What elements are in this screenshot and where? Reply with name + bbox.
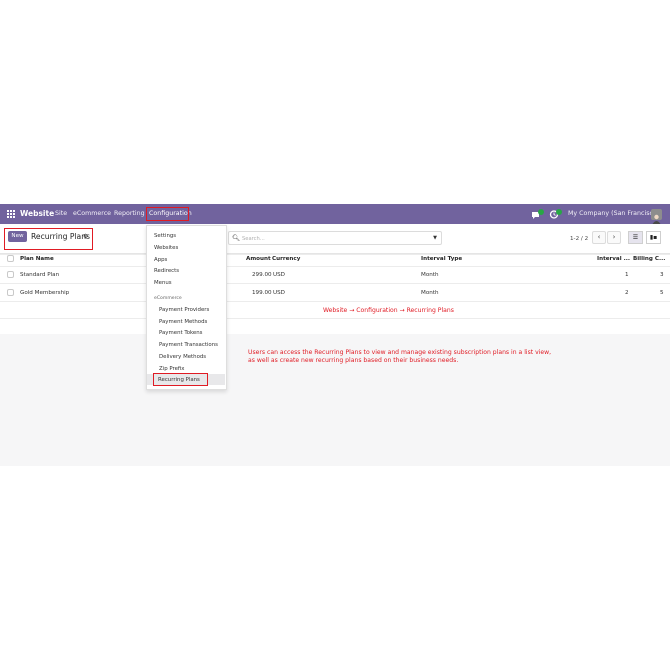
menu-item-payment-transactions[interactable]: Payment Transactions bbox=[159, 341, 218, 349]
configuration-dropdown: Settings Websites Apps Redirects Menus e… bbox=[146, 225, 227, 390]
list-view-button[interactable]: ☰ bbox=[628, 231, 643, 244]
row-divider bbox=[0, 266, 670, 267]
col-billing[interactable]: Billing C... bbox=[633, 255, 665, 263]
company-switcher[interactable]: My Company (San Francisco) bbox=[568, 204, 659, 224]
search-dropdown-icon[interactable]: ▼ bbox=[433, 234, 437, 243]
cell-interval-type: Month bbox=[421, 290, 439, 296]
highlight-configuration bbox=[146, 207, 189, 221]
select-all-checkbox[interactable] bbox=[7, 255, 14, 262]
menu-item-payment-methods[interactable]: Payment Methods bbox=[159, 318, 207, 326]
cell-plan-name: Gold Membership bbox=[20, 290, 70, 296]
col-currency[interactable]: Currency bbox=[272, 255, 300, 263]
menu-section-ecommerce: eCommerce bbox=[154, 296, 182, 301]
pager-value[interactable]: 1-2 / 2 bbox=[570, 234, 588, 244]
row-checkbox[interactable] bbox=[7, 271, 14, 278]
kanban-view-button[interactable]: ▮▪ bbox=[646, 231, 661, 244]
row-checkbox[interactable] bbox=[7, 289, 14, 296]
cell-billing: 3 bbox=[660, 272, 664, 278]
cell-currency: USD bbox=[273, 272, 285, 278]
menu-ecommerce[interactable]: eCommerce bbox=[73, 204, 111, 224]
col-interval[interactable]: Interval ... bbox=[597, 255, 630, 263]
menu-site[interactable]: Site bbox=[55, 204, 67, 224]
menu-item-redirects[interactable]: Redirects bbox=[154, 267, 179, 275]
menu-item-payment-providers[interactable]: Payment Providers bbox=[159, 306, 209, 314]
cell-amount: 299.00 bbox=[252, 272, 272, 278]
row-divider bbox=[0, 283, 670, 284]
menu-item-menus[interactable]: Menus bbox=[154, 279, 172, 287]
highlight-new-breadcrumb bbox=[4, 228, 93, 250]
cell-currency: USD bbox=[273, 290, 285, 296]
annotation-desc-line1: Users can access the Recurring Plans to … bbox=[248, 349, 552, 356]
cell-interval-type: Month bbox=[421, 272, 439, 278]
col-amount[interactable]: Amount bbox=[246, 255, 271, 263]
cell-plan-name: Standard Plan bbox=[20, 272, 60, 278]
activity-badge bbox=[556, 209, 562, 215]
row-divider bbox=[0, 318, 670, 319]
odoo-app: Website Site eCommerce Reporting Configu… bbox=[0, 204, 670, 466]
chat-badge bbox=[538, 209, 544, 215]
cell-interval: 1 bbox=[625, 272, 629, 278]
row-divider bbox=[0, 301, 670, 302]
menu-item-payment-tokens[interactable]: Payment Tokens bbox=[159, 329, 202, 337]
annotation-desc-line2: as well as create new recurring plans ba… bbox=[248, 357, 459, 364]
user-avatar[interactable] bbox=[651, 209, 662, 224]
menu-item-apps[interactable]: Apps bbox=[154, 256, 167, 264]
highlight-recurring-plans bbox=[153, 373, 208, 386]
menu-item-zip-prefix[interactable]: Zip Prefix bbox=[159, 365, 184, 373]
search-icon: 🔍︎ bbox=[232, 234, 241, 242]
menu-reporting[interactable]: Reporting bbox=[114, 204, 145, 224]
menu-item-settings[interactable]: Settings bbox=[154, 232, 176, 240]
cell-billing: 5 bbox=[660, 290, 664, 296]
pager-next-button[interactable]: › bbox=[607, 231, 621, 244]
top-navbar: Website Site eCommerce Reporting Configu… bbox=[0, 204, 670, 224]
pager-prev-button[interactable]: ‹ bbox=[592, 231, 606, 244]
col-interval-type[interactable]: Interval Type bbox=[421, 255, 462, 263]
cell-interval: 2 bbox=[625, 290, 629, 296]
menu-item-websites[interactable]: Websites bbox=[154, 244, 178, 252]
search-placeholder: Search... bbox=[242, 236, 265, 242]
cell-amount: 199.00 bbox=[252, 290, 272, 296]
annotation-path: Website → Configuration → Recurring Plan… bbox=[323, 307, 454, 314]
apps-grid-icon[interactable] bbox=[7, 210, 15, 218]
header-divider bbox=[0, 254, 670, 255]
search-input[interactable]: 🔍︎ Search... ▼ bbox=[228, 231, 442, 245]
col-plan-name[interactable]: Plan Name bbox=[20, 255, 54, 263]
menu-item-delivery-methods[interactable]: Delivery Methods bbox=[159, 353, 206, 361]
app-brand[interactable]: Website bbox=[20, 204, 54, 224]
